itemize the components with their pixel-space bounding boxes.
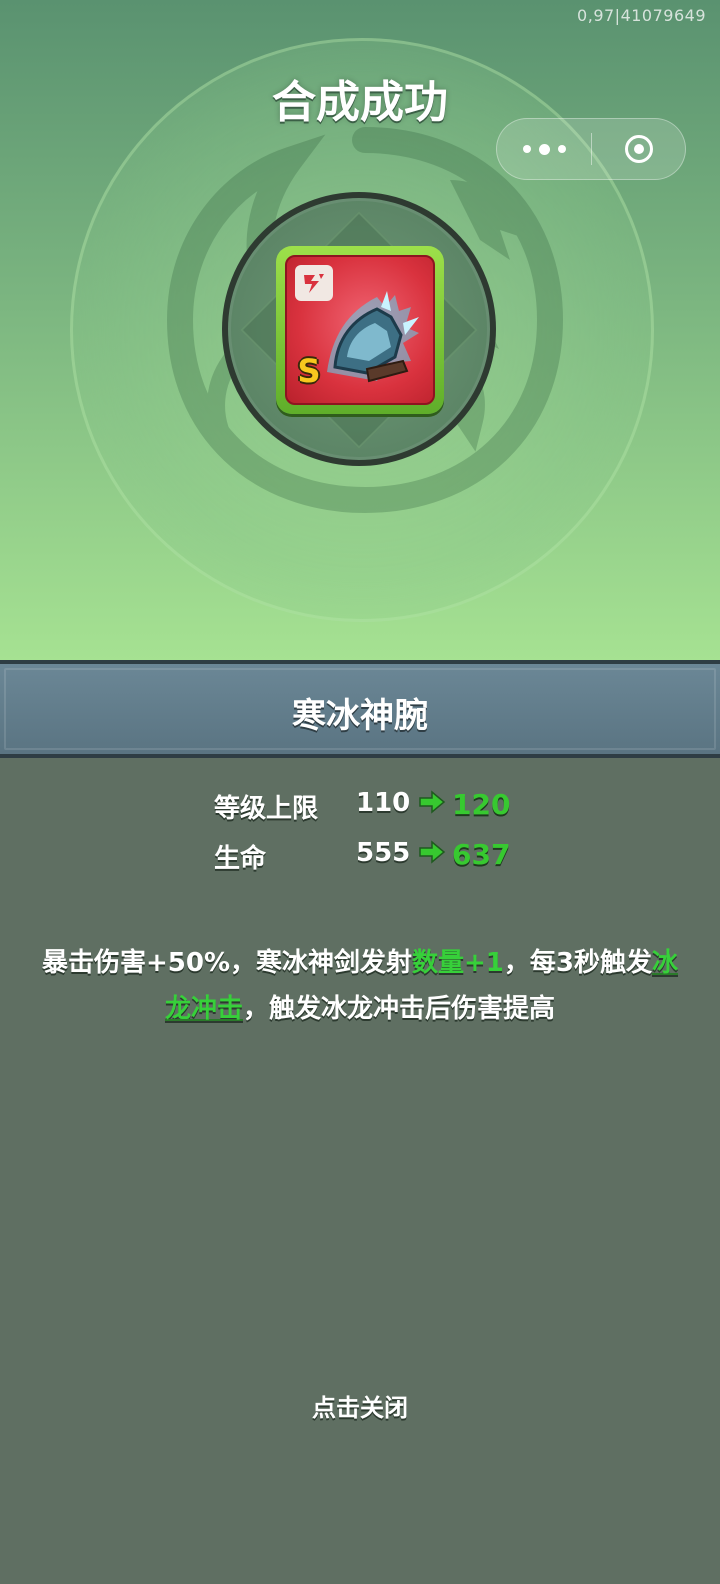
more-button[interactable]	[497, 119, 591, 179]
item-description: 暴击伤害+50%，寒冰神剑发射数量+1，每3秒触发冰龙冲击，触发冰龙冲击后伤害提…	[40, 940, 680, 1032]
stat-new-value: 637	[452, 838, 511, 871]
result-banner: 0,97|41079649 合成成功 S	[0, 0, 720, 662]
item-card: S	[276, 246, 444, 414]
arrow-right-icon	[419, 840, 446, 864]
desc-highlight: 数量+1	[412, 948, 504, 978]
version-label: 0,97|41079649	[577, 6, 706, 25]
stat-label: 生命	[214, 844, 267, 874]
stat-new-value: 120	[452, 788, 511, 821]
more-dots-icon	[519, 143, 570, 155]
stat-old-value: 555	[356, 838, 411, 868]
item-name-bar: 寒冰神腕	[0, 660, 720, 758]
miniprogram-capsule	[496, 118, 686, 180]
arrow-right-icon	[419, 790, 446, 814]
desc-text: ，触发冰龙冲击后伤害提高	[243, 994, 556, 1024]
item-card-inner: S	[285, 255, 435, 405]
item-name: 寒冰神腕	[292, 696, 428, 736]
stat-row-level-cap: 等级上限 110 120	[0, 788, 720, 828]
tap-to-close-label[interactable]: 点击关闭	[0, 1388, 720, 1423]
target-close-icon	[625, 135, 653, 163]
desc-text: 暴击伤害+50%，寒冰神剑发射	[41, 948, 413, 978]
desc-text: ，每3秒触发	[503, 948, 652, 978]
rarity-badge: S	[297, 352, 321, 390]
stat-row-hp: 生命 555 637	[0, 838, 720, 878]
close-miniprogram-button[interactable]	[592, 119, 686, 179]
stat-old-value: 110	[356, 788, 411, 818]
stat-label: 等级上限	[214, 794, 319, 824]
weapon-type-icon	[295, 265, 333, 301]
